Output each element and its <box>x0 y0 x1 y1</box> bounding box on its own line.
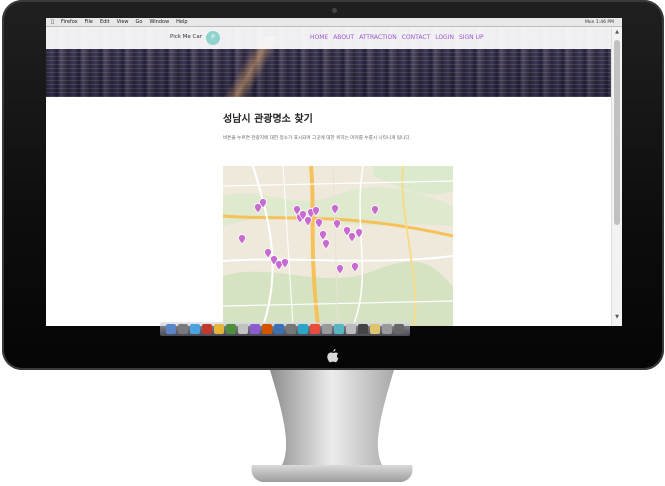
site-brand[interactable]: Pick Me Car <box>170 34 202 40</box>
apple-menu-icon[interactable]:  <box>51 19 54 25</box>
dock-app-icon[interactable] <box>202 324 212 334</box>
menubar-status: Mon 1:46 PM <box>584 19 614 25</box>
content-section: 성남시 관광명소 찾기 버튼을 누르면 관광지에 대한 정소가 표시되며 그곳에… <box>223 110 463 142</box>
dock-app-icon[interactable] <box>358 324 368 334</box>
brand-logo-icon[interactable]: P <box>206 31 220 45</box>
dock-app-icon[interactable] <box>334 324 344 334</box>
dock-app-icon[interactable] <box>346 324 356 334</box>
mac-menubar:  Firefox File Edit View Go Window Help … <box>46 18 622 27</box>
dock-app-icon[interactable] <box>322 324 332 334</box>
dock-app-icon[interactable] <box>238 324 248 334</box>
web-page: Pick Me Car P HOME ABOUT ATTRACTION CONT… <box>46 27 611 326</box>
mac-dock <box>160 322 410 336</box>
monitor-stand <box>251 370 413 482</box>
monitor-bezel:  Firefox File Edit View Go Window Help … <box>2 0 664 370</box>
menu-view[interactable]: View <box>117 19 129 25</box>
dock-app-icon[interactable] <box>274 324 284 334</box>
dock-app-icon[interactable] <box>298 324 308 334</box>
dock-app-icon[interactable] <box>262 324 272 334</box>
dock-app-icon[interactable] <box>178 324 188 334</box>
site-nav: HOME ABOUT ATTRACTION CONTACT LOGIN SIGN… <box>310 34 484 41</box>
site-navbar: Pick Me Car P HOME ABOUT ATTRACTION CONT… <box>46 27 611 49</box>
page-title: 성남시 관광명소 찾기 <box>223 114 313 125</box>
nav-about[interactable]: ABOUT <box>333 34 354 41</box>
menu-app-name[interactable]: Firefox <box>61 19 78 25</box>
attraction-map[interactable] <box>223 166 453 326</box>
dock-app-icon[interactable] <box>370 324 380 334</box>
dock-app-icon[interactable] <box>382 324 392 334</box>
nav-attraction[interactable]: ATTRACTION <box>359 34 397 41</box>
scroll-down-arrow-icon[interactable]: ▼ <box>614 314 620 321</box>
page-description: 버튼을 누르면 관광지에 대한 정소가 표시되며 그곳에 대한 위치는 마커를 … <box>223 136 412 141</box>
menu-go[interactable]: Go <box>136 19 143 25</box>
dock-app-icon[interactable] <box>166 324 176 334</box>
scroll-up-arrow-icon[interactable]: ▲ <box>614 29 620 36</box>
map-canvas[interactable] <box>223 166 453 326</box>
dock-app-icon[interactable] <box>394 324 404 334</box>
dock-app-icon[interactable] <box>250 324 260 334</box>
camera-dot <box>332 8 337 13</box>
nav-home[interactable]: HOME <box>310 34 328 41</box>
apple-logo-icon <box>327 349 339 363</box>
menu-help[interactable]: Help <box>176 19 187 25</box>
menu-edit[interactable]: Edit <box>100 19 110 25</box>
dock-app-icon[interactable] <box>214 324 224 334</box>
dock-app-icon[interactable] <box>226 324 236 334</box>
menu-file[interactable]: File <box>85 19 93 25</box>
dock-app-icon[interactable] <box>310 324 320 334</box>
nav-signup[interactable]: SIGN UP <box>459 34 484 41</box>
screen:  Firefox File Edit View Go Window Help … <box>46 18 622 326</box>
scrollbar-thumb[interactable] <box>614 40 620 225</box>
nav-login[interactable]: LOGIN <box>435 34 454 41</box>
dock-app-icon[interactable] <box>190 324 200 334</box>
menu-window[interactable]: Window <box>149 19 169 25</box>
dock-app-icon[interactable] <box>286 324 296 334</box>
nav-contact[interactable]: CONTACT <box>402 34 430 41</box>
